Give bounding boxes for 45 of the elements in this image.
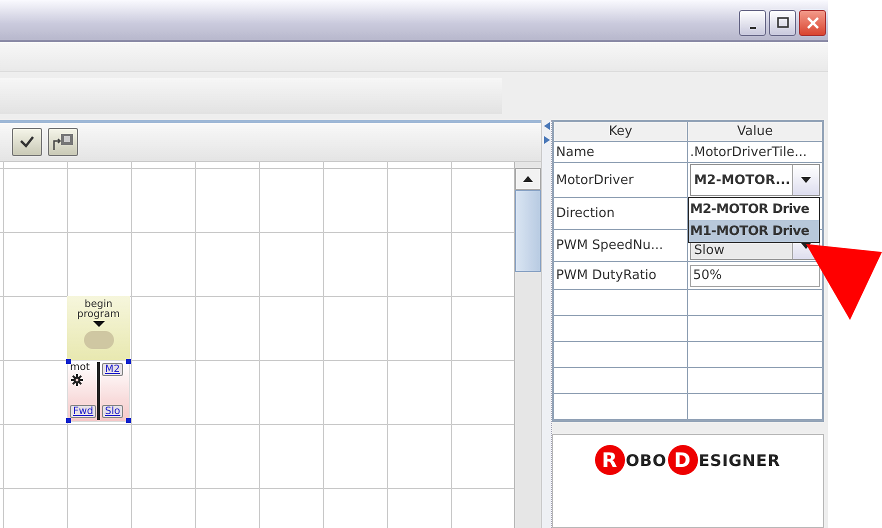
column-header[interactable]: Value bbox=[688, 122, 822, 142]
up-arrow-icon bbox=[523, 176, 533, 182]
property-value: .MotorDriverTile... bbox=[690, 144, 807, 160]
tile-divider bbox=[97, 362, 100, 420]
property-key: Name bbox=[554, 142, 688, 163]
property-key: Direction bbox=[554, 198, 688, 230]
column-header[interactable]: Key bbox=[554, 122, 688, 142]
value-field[interactable]: 50% bbox=[690, 264, 820, 286]
scroll-up-button[interactable] bbox=[515, 168, 541, 190]
collapse-arrows-icon[interactable] bbox=[544, 122, 550, 144]
motor-tile[interactable]: mot M2 Fwd Slo bbox=[67, 360, 130, 422]
scrollbar[interactable] bbox=[514, 162, 541, 528]
minimize-button[interactable] bbox=[739, 10, 766, 36]
property-key: PWM SpeedNu... bbox=[554, 230, 688, 262]
export-button[interactable] bbox=[48, 128, 78, 156]
property-key: MotorDriver bbox=[554, 163, 688, 198]
property-key: PWM DutyRatio bbox=[554, 262, 688, 290]
value-dropdown[interactable]: M2-MOTOR... bbox=[690, 164, 820, 196]
maximize-icon bbox=[774, 15, 790, 31]
selection-handle[interactable] bbox=[66, 359, 71, 364]
selection-handle[interactable] bbox=[66, 418, 71, 423]
gear-icon bbox=[71, 374, 83, 386]
close-icon bbox=[804, 15, 820, 31]
tile-label: mot bbox=[70, 362, 90, 373]
close-button[interactable] bbox=[799, 10, 826, 36]
caret-icon bbox=[801, 177, 811, 183]
logo-part: D bbox=[668, 445, 698, 475]
box-arrow-icon bbox=[52, 133, 74, 151]
check-icon bbox=[19, 136, 35, 148]
selection-handle[interactable] bbox=[126, 418, 131, 423]
begin-tile[interactable]: begin program bbox=[67, 296, 130, 360]
logo-part: OBO bbox=[626, 450, 667, 470]
selection-handle[interactable] bbox=[126, 359, 131, 364]
minimize-icon bbox=[750, 27, 756, 29]
check-button[interactable] bbox=[12, 128, 42, 156]
speed-chip[interactable]: Slo bbox=[102, 405, 124, 418]
dropdown-option[interactable]: M2-MOTOR Drive bbox=[689, 198, 819, 220]
tile-label: begin program bbox=[76, 300, 120, 320]
maximize-button[interactable] bbox=[769, 10, 796, 36]
logo-part: ESIGNER bbox=[698, 450, 780, 470]
direction-chip[interactable]: Fwd bbox=[70, 405, 96, 418]
driver-chip[interactable]: M2 bbox=[102, 363, 123, 376]
dropdown-option[interactable]: M1-MOTOR Drive bbox=[689, 220, 819, 242]
scroll-thumb[interactable] bbox=[515, 190, 541, 272]
logo-part: R bbox=[594, 445, 625, 475]
